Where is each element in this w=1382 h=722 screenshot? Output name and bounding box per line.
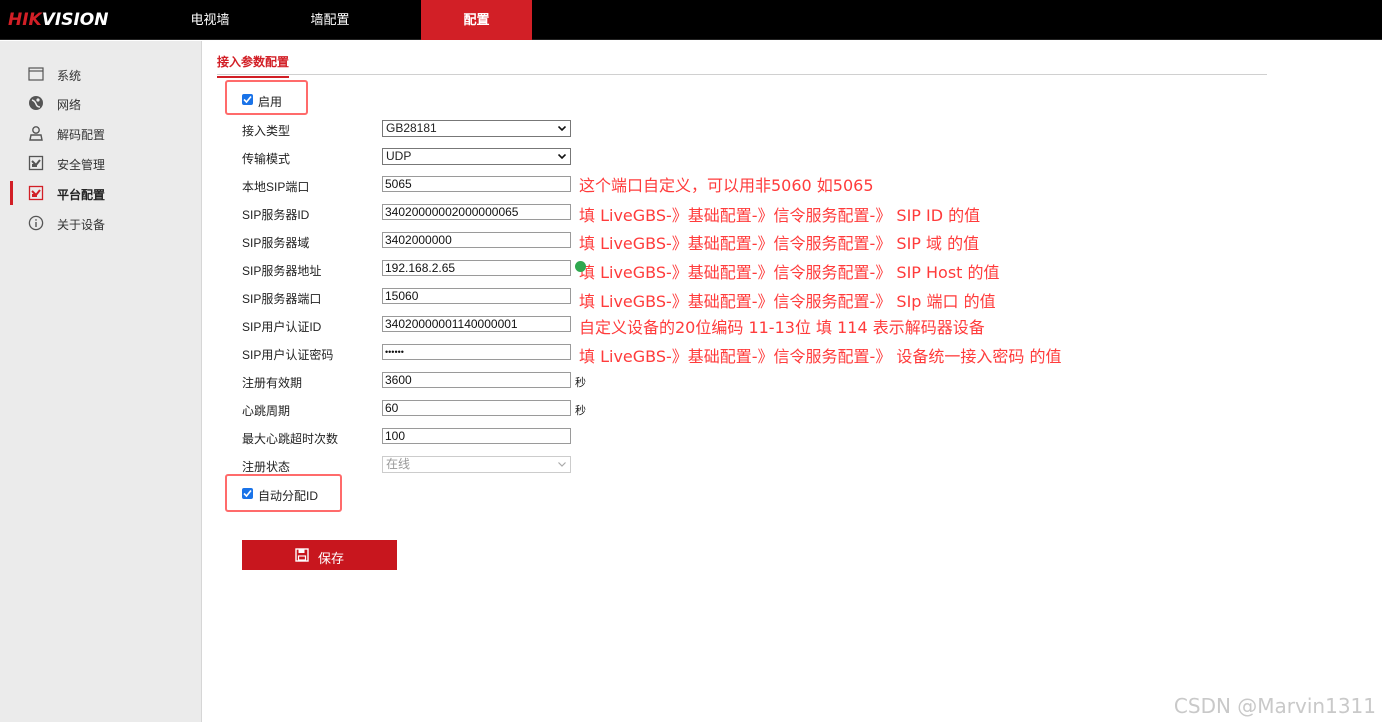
divider [217, 74, 1267, 75]
sip-server-id-input[interactable]: 34020000002000000065 [382, 204, 571, 220]
reg-status-value: 在线 [386, 457, 411, 471]
sip-server-address-input[interactable]: 192.168.2.65 [382, 260, 571, 276]
sip-server-id-label: SIP服务器ID [242, 208, 310, 222]
heartbeat-input[interactable]: 60 [382, 400, 571, 416]
sidebar-item-security[interactable]: 安全管理 [0, 148, 202, 178]
heartbeat-unit: 秒 [575, 405, 586, 417]
watermark: CSDN @Marvin1311 [1173, 694, 1376, 718]
max-timeout-input[interactable]: 100 [382, 428, 571, 444]
network-icon [28, 95, 44, 111]
annotation-user-id: 自定义设备的20位编码 11-13位 填 114 表示解码器设备 [579, 318, 985, 337]
save-button[interactable]: 保存 [242, 540, 397, 570]
reg-valid-input[interactable]: 3600 [382, 372, 571, 388]
heartbeat-label: 心跳周期 [242, 404, 291, 418]
annotation-password: 填 LiveGBS-》基础配置-》信令服务配置-》 设备统一接入密码 的值 [579, 347, 1062, 366]
transport-value: UDP [386, 149, 412, 163]
max-timeout-label: 最大心跳超时次数 [242, 432, 339, 446]
access-type-value: GB28181 [386, 121, 437, 135]
sidebar-item-about[interactable]: 关于设备 [0, 208, 202, 238]
annotation-local-port: 这个端口自定义，可以用非5060 如5065 [579, 176, 874, 195]
sip-server-address-label: SIP服务器地址 [242, 264, 322, 278]
sip-server-port-input[interactable]: 15060 [382, 288, 571, 304]
sidebar: 系统 网络 解码配置 安全管理 平台配置 关于设备 [0, 41, 202, 722]
local-sip-port-label: 本地SIP端口 [242, 180, 310, 194]
chevron-down-icon [558, 154, 566, 159]
checkbox-checked-icon [242, 488, 253, 499]
enable-label: 启用 [258, 95, 283, 109]
checkbox-checked-icon [242, 94, 253, 105]
sidebar-item-decode-config[interactable]: 解码配置 [0, 118, 202, 148]
annotation-server-domain: 填 LiveGBS-》基础配置-》信令服务配置-》 SIP 域 的值 [579, 234, 980, 253]
chevron-down-icon [558, 126, 566, 131]
sip-server-port-label: SIP服务器端口 [242, 292, 322, 306]
save-icon [295, 548, 309, 562]
local-sip-port-input[interactable]: 5065 [382, 176, 571, 192]
security-icon [28, 155, 44, 171]
tab-wall-config[interactable]: 墙配置 [300, 0, 360, 40]
tab-configuration[interactable]: 配置 [421, 0, 532, 40]
reg-valid-label: 注册有效期 [242, 376, 303, 390]
platform-icon [28, 185, 44, 201]
sidebar-item-label: 解码配置 [57, 128, 106, 142]
reg-valid-unit: 秒 [575, 377, 586, 389]
transport-select[interactable]: UDP [382, 148, 571, 165]
save-label: 保存 [318, 551, 345, 566]
transport-label: 传输模式 [242, 152, 291, 166]
top-navigation-bar: HIKVISION 电视墙 墙配置 配置 [0, 0, 1382, 40]
sidebar-item-label: 系统 [57, 69, 82, 83]
sip-password-label: SIP用户认证密码 [242, 348, 334, 362]
system-icon [28, 66, 44, 82]
chevron-down-icon [558, 462, 566, 467]
sidebar-item-platform[interactable]: 平台配置 [0, 178, 202, 208]
sidebar-item-label: 平台配置 [57, 188, 106, 202]
hikvision-logo: HIKVISION [8, 10, 109, 30]
auto-id-label: 自动分配ID [258, 489, 319, 503]
annotation-server-port: 填 LiveGBS-》基础配置-》信令服务配置-》 SIp 端口 的值 [579, 292, 996, 311]
annotation-server-id: 填 LiveGBS-》基础配置-》信令服务配置-》 SIP ID 的值 [579, 206, 981, 225]
access-type-label: 接入类型 [242, 124, 291, 138]
sidebar-item-label: 网络 [57, 98, 82, 112]
main-content: 接入参数配置 启用 接入类型 传输模式 本地SIP端口 SIP服务器ID SIP… [203, 41, 1382, 722]
annotation-server-address: 填 LiveGBS-》基础配置-》信令服务配置-》 SIP Host 的值 [579, 263, 1000, 282]
decode-config-icon [28, 125, 44, 141]
sip-user-id-input[interactable]: 34020000001140000001 [382, 316, 571, 332]
sidebar-item-label: 关于设备 [57, 218, 106, 232]
reg-status-select: 在线 [382, 456, 571, 473]
tab-video-wall[interactable]: 电视墙 [180, 0, 240, 40]
sidebar-item-system[interactable]: 系统 [0, 59, 202, 89]
sip-server-domain-input[interactable]: 3402000000 [382, 232, 571, 248]
green-check-icon [575, 261, 586, 272]
sidebar-item-label: 安全管理 [57, 158, 106, 172]
info-icon [28, 215, 44, 231]
access-type-select[interactable]: GB28181 [382, 120, 571, 137]
sip-user-id-label: SIP用户认证ID [242, 320, 322, 334]
sidebar-item-network[interactable]: 网络 [0, 88, 202, 118]
sip-password-input[interactable]: •••••• [382, 344, 571, 360]
sip-server-domain-label: SIP服务器域 [242, 236, 310, 250]
reg-status-label: 注册状态 [242, 460, 291, 474]
